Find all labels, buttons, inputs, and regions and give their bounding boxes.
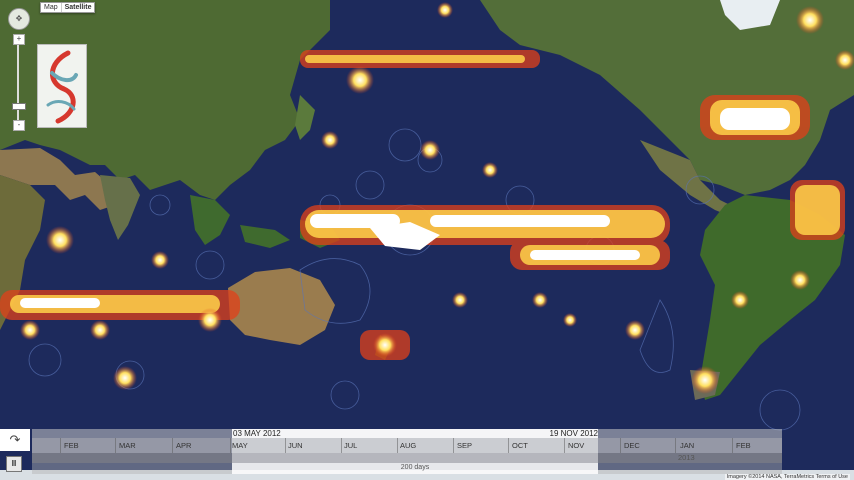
month-label[interactable]: MAY [232, 441, 248, 450]
zoom-slider-track[interactable] [17, 34, 19, 126]
world-map[interactable] [0, 0, 854, 480]
month-label[interactable]: JUN [288, 441, 303, 450]
month-label[interactable]: AUG [400, 441, 416, 450]
logo [37, 44, 87, 128]
share-arrow-icon: ↷ [9, 432, 21, 447]
month-label[interactable]: FEB [64, 441, 79, 450]
year-label: 2013 [678, 453, 695, 462]
pan-arrows-icon: ✥ [15, 14, 23, 23]
month-tick [115, 438, 116, 453]
month-label[interactable]: APR [176, 441, 191, 450]
pause-button[interactable]: II [6, 456, 22, 472]
month-label[interactable]: MAR [119, 441, 136, 450]
month-tick [453, 438, 454, 453]
month-tick [620, 438, 621, 453]
month-label[interactable]: DEC [624, 441, 640, 450]
pan-control[interactable]: ✥ [8, 8, 30, 30]
map-type-map-button[interactable]: Map [41, 3, 61, 12]
month-tick [341, 438, 342, 453]
month-tick [397, 438, 398, 453]
zoom-slider-handle[interactable] [12, 103, 26, 110]
selection-end-date: 19 NOV 2012 [549, 429, 598, 438]
month-tick [285, 438, 286, 453]
month-label[interactable]: JAN [680, 441, 694, 450]
month-tick [172, 438, 173, 453]
month-label[interactable]: NOV [568, 441, 584, 450]
selection-range-header[interactable] [232, 429, 598, 438]
month-label[interactable]: JUL [344, 441, 357, 450]
month-tick [564, 438, 565, 453]
share-button[interactable]: ↷ [0, 429, 30, 451]
map-type-control: Map Satellite [40, 2, 96, 13]
month-tick [508, 438, 509, 453]
zoom-in-button[interactable]: + [13, 34, 25, 45]
month-label[interactable]: FEB [736, 441, 751, 450]
zoom-out-button[interactable]: - [13, 120, 25, 131]
selection-duration: 200 days [400, 464, 430, 471]
pause-icon: II [11, 459, 17, 468]
month-tick [60, 438, 61, 453]
month-tick [675, 438, 676, 453]
timeline[interactable]: 03 MAY 2012 19 NOV 2012 FEB MAR APR MAY … [32, 429, 782, 474]
selection-start-date: 03 MAY 2012 [233, 429, 281, 438]
month-label[interactable]: OCT [512, 441, 528, 450]
month-tick [230, 438, 231, 453]
logo-mark [46, 50, 78, 124]
map-type-satellite-button[interactable]: Satellite [60, 3, 95, 12]
month-tick [732, 438, 733, 453]
map-attribution: Imagery ©2014 NASA, TerraMetrics Terms o… [724, 474, 850, 480]
month-label[interactable]: SEP [457, 441, 472, 450]
selection-range-body[interactable] [232, 453, 598, 463]
